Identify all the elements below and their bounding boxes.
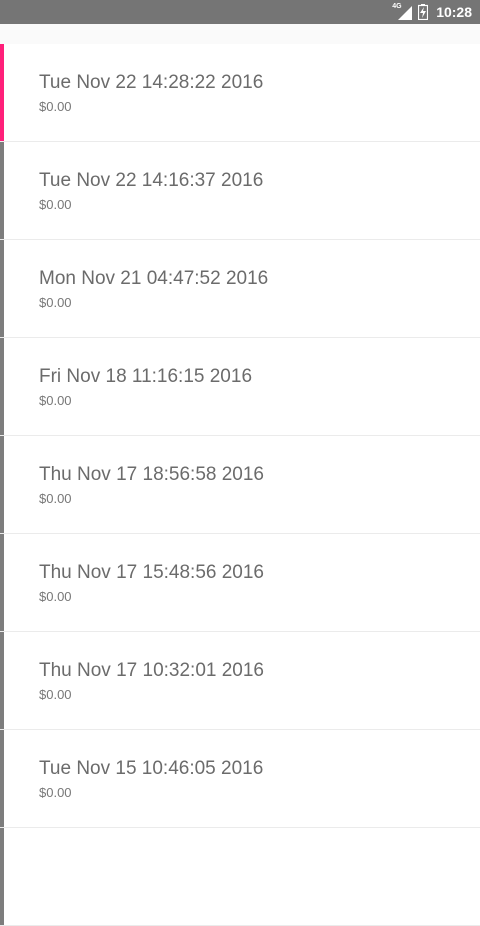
item-title: Fri Nov 18 11:16:15 2016	[39, 366, 253, 387]
battery-icon	[418, 4, 429, 20]
item-amount: $0.00	[39, 785, 72, 800]
list-item[interactable]: Thu Nov 17 10:32:01 2016 $0.00	[0, 632, 480, 730]
list-item[interactable]: Thu Nov 17 18:56:58 2016 $0.00	[0, 436, 480, 534]
accent-bar	[0, 240, 4, 337]
item-amount: $0.00	[39, 589, 72, 604]
item-title: Thu Nov 17 15:48:56 2016	[39, 562, 265, 583]
list-item[interactable]: Mon Nov 21 04:47:52 2016 $0.00	[0, 240, 480, 338]
list-item[interactable]: Fri Nov 18 11:16:15 2016 $0.00	[0, 338, 480, 436]
list-item[interactable]: Tue Nov 22 14:28:22 2016 $0.00	[0, 44, 480, 142]
accent-bar	[0, 534, 4, 631]
item-amount: $0.00	[39, 295, 72, 310]
item-amount: $0.00	[39, 687, 72, 702]
status-bar: 4G 10:28	[0, 0, 480, 24]
item-title: Tue Nov 22 14:16:37 2016	[39, 170, 264, 191]
accent-bar	[0, 730, 4, 827]
item-amount: $0.00	[39, 197, 72, 212]
entry-list: Tue Nov 22 14:28:22 2016 $0.00 Tue Nov 2…	[0, 44, 480, 926]
item-amount: $0.00	[39, 393, 72, 408]
signal-icon: 4G	[392, 3, 413, 21]
item-title: Tue Nov 15 10:46:05 2016	[39, 758, 264, 779]
item-title: Thu Nov 17 10:32:01 2016	[39, 660, 265, 681]
list-item[interactable]: Thu Nov 17 15:48:56 2016 $0.00	[0, 534, 480, 632]
accent-bar	[0, 338, 4, 435]
accent-bar	[0, 632, 4, 729]
accent-bar	[0, 436, 4, 533]
item-title: Thu Nov 17 18:56:58 2016	[39, 464, 265, 485]
accent-bar	[0, 44, 4, 141]
item-title: Mon Nov 21 04:47:52 2016	[39, 268, 269, 289]
status-clock: 10:28	[436, 4, 472, 20]
list-item[interactable]: Tue Nov 22 14:16:37 2016 $0.00	[0, 142, 480, 240]
list-item[interactable]	[0, 828, 480, 926]
list-item[interactable]: Tue Nov 15 10:46:05 2016 $0.00	[0, 730, 480, 828]
accent-bar	[0, 828, 4, 925]
item-amount: $0.00	[39, 491, 72, 506]
item-amount: $0.00	[39, 99, 72, 114]
item-title: Tue Nov 22 14:28:22 2016	[39, 72, 264, 93]
accent-bar	[0, 142, 4, 239]
status-icons: 4G 10:28	[392, 0, 472, 24]
